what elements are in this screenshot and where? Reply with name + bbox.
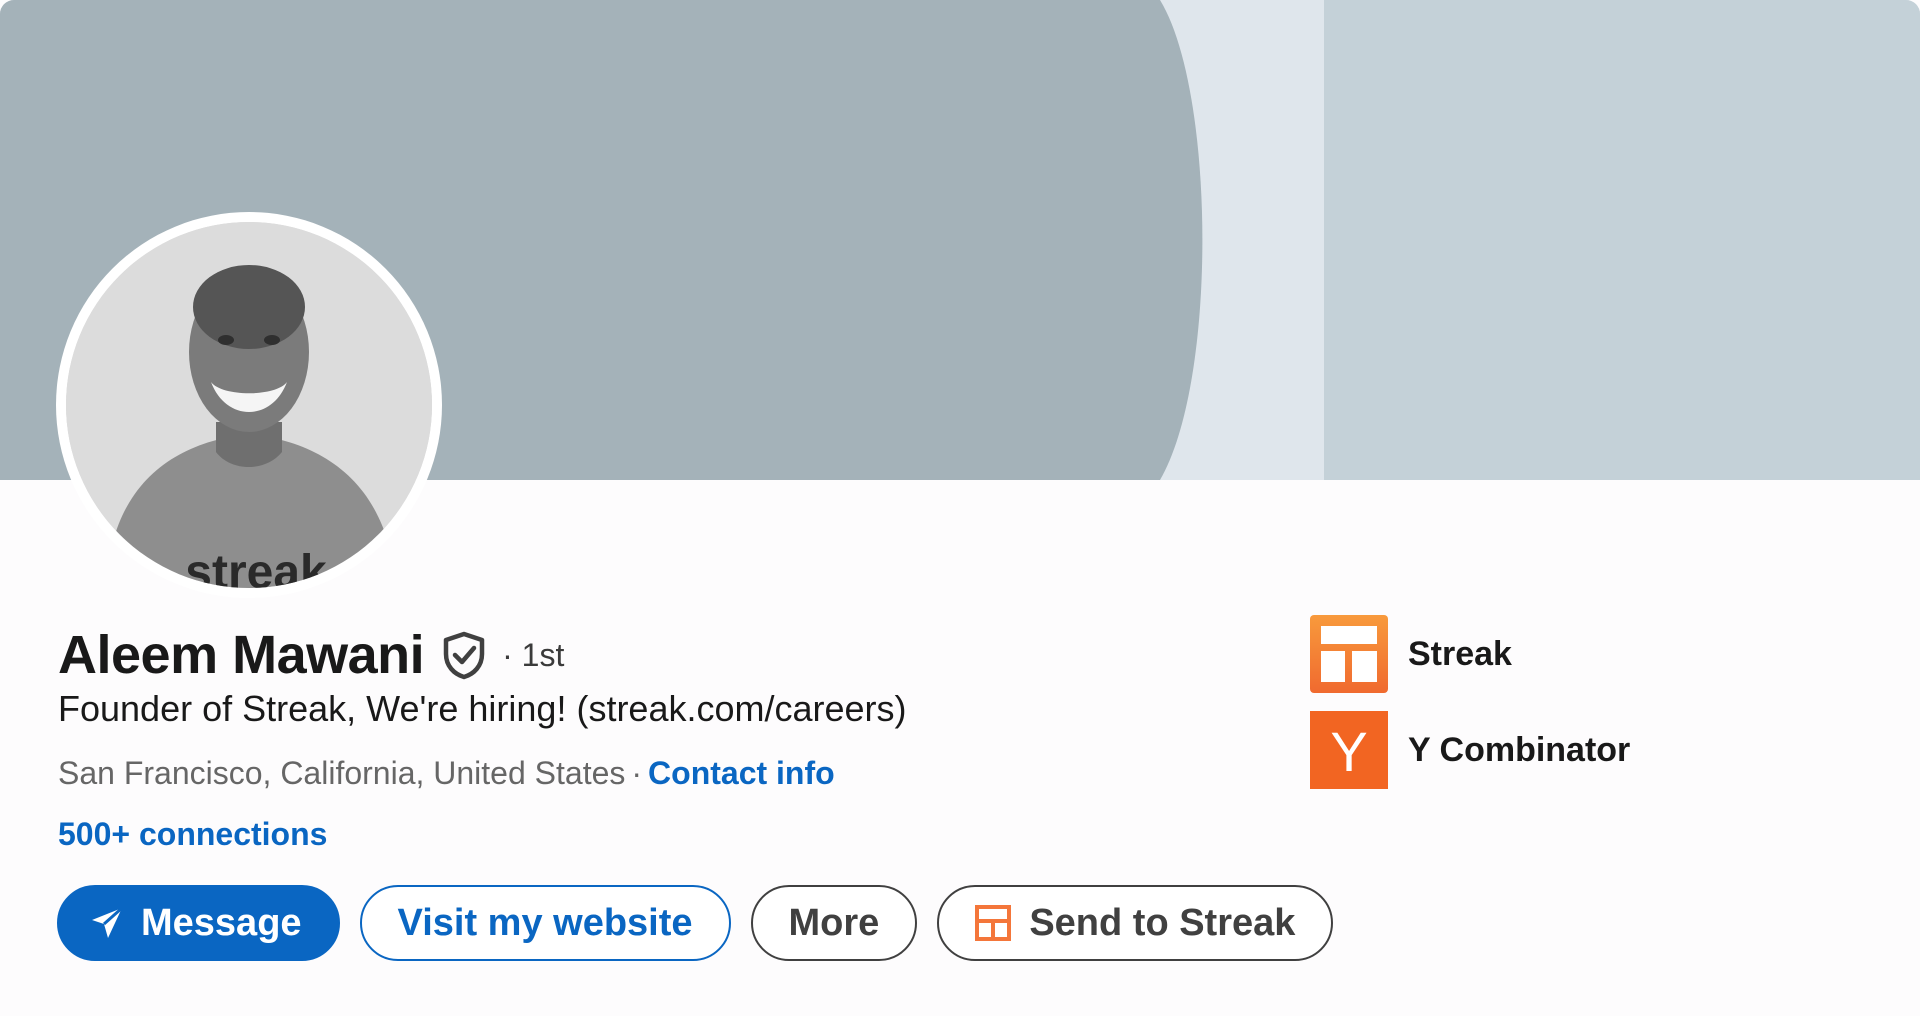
visit-website-label: Visit my website bbox=[397, 901, 693, 944]
send-to-streak-label: Send to Streak bbox=[1029, 901, 1296, 944]
company-item-y-combinator[interactable]: Y Y Combinator bbox=[1310, 711, 1630, 789]
more-button[interactable]: More bbox=[750, 885, 918, 961]
streak-logo-icon bbox=[1310, 615, 1388, 693]
verified-shield-icon[interactable] bbox=[440, 630, 488, 680]
experience-education-list: Streak Y Y Combinator bbox=[1310, 615, 1630, 807]
profile-headline: Founder of Streak, We're hiring! (streak… bbox=[58, 688, 907, 729]
profile-location: San Francisco, California, United States bbox=[58, 755, 626, 791]
visit-website-button[interactable]: Visit my website bbox=[359, 885, 731, 961]
send-icon bbox=[92, 906, 123, 938]
company-name: Y Combinator bbox=[1408, 730, 1631, 769]
separator-dot: · bbox=[631, 755, 643, 791]
location-row: San Francisco, California, United States… bbox=[58, 755, 835, 792]
avatar: streak bbox=[66, 222, 432, 588]
profile-card: streak Aleem Mawani · 1st Founder of Str… bbox=[0, 0, 1920, 1016]
contact-info-link[interactable]: Contact info bbox=[648, 755, 835, 791]
company-item-streak[interactable]: Streak bbox=[1310, 615, 1630, 693]
connections-link[interactable]: 500+ connections bbox=[58, 816, 327, 852]
name-row: Aleem Mawani · 1st bbox=[58, 622, 564, 688]
avatar-image: streak bbox=[66, 222, 432, 588]
more-button-label: More bbox=[788, 901, 880, 944]
connections-row: 500+ connections bbox=[58, 816, 327, 853]
y-combinator-letter: Y bbox=[1330, 720, 1367, 783]
message-button-label: Message bbox=[141, 901, 302, 944]
profile-name: Aleem Mawani bbox=[58, 625, 425, 685]
profile-photo[interactable]: streak bbox=[56, 212, 442, 598]
action-bar: Message Visit my website More Send to St… bbox=[57, 885, 1334, 961]
message-button[interactable]: Message bbox=[57, 885, 340, 961]
send-to-streak-button[interactable]: Send to Streak bbox=[937, 885, 1334, 961]
company-name: Streak bbox=[1408, 634, 1512, 673]
shirt-text: streak bbox=[185, 546, 327, 588]
connection-degree: · 1st bbox=[502, 636, 565, 673]
streak-icon bbox=[975, 905, 1012, 941]
y-combinator-logo-icon: Y bbox=[1310, 711, 1388, 789]
